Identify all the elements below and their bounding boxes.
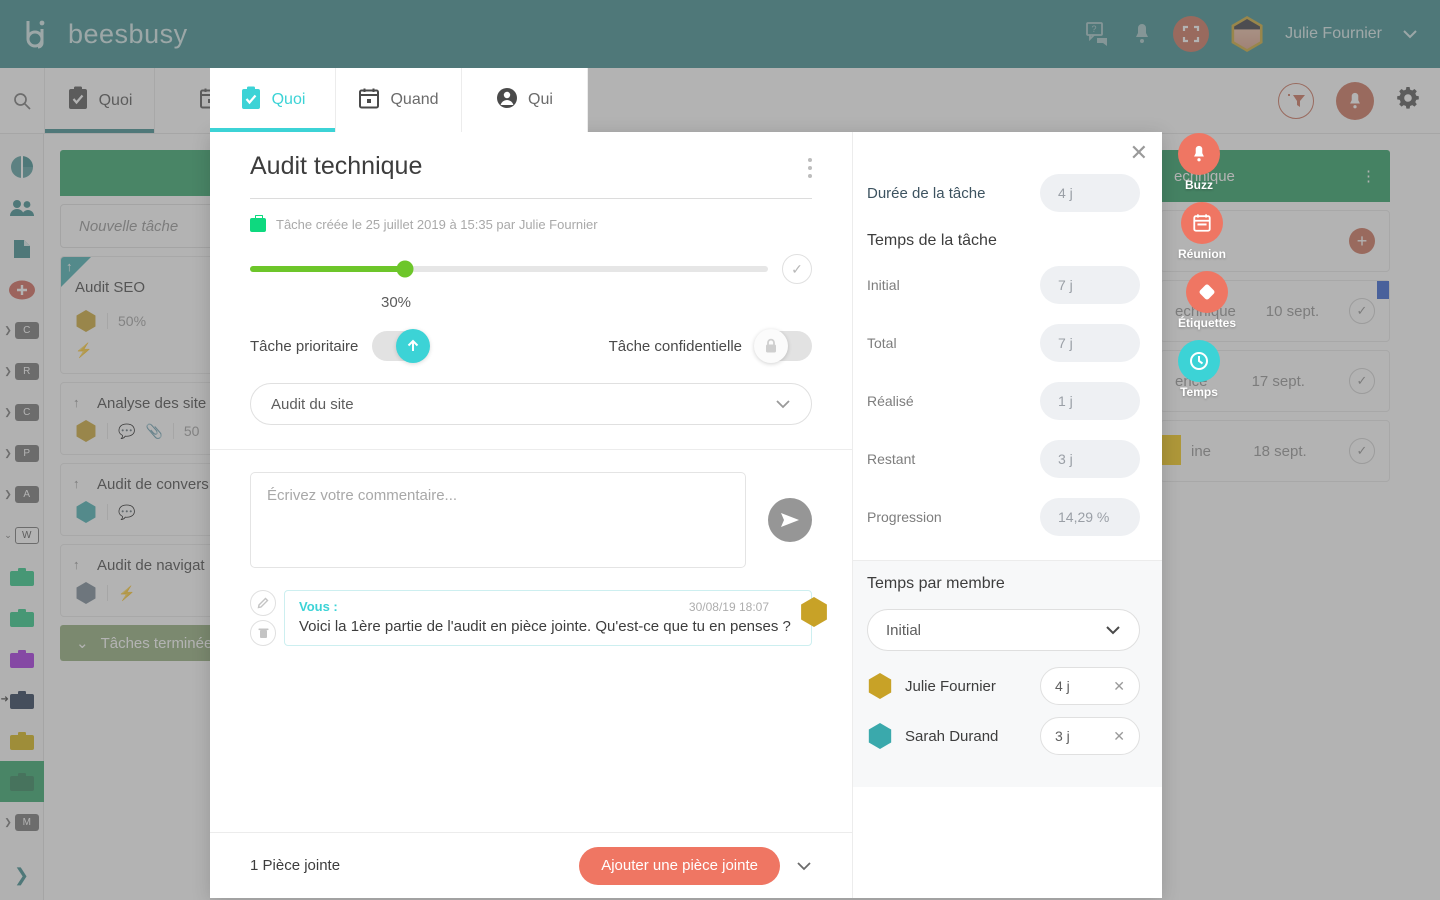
progress-percent-label: 30% [380, 294, 412, 311]
arrow-up-icon [396, 329, 431, 363]
comment-author: Vous : [299, 599, 338, 614]
attachment-count: 1 Pièce jointe [250, 857, 341, 874]
quick-action-buzz[interactable]: Buzz [1178, 133, 1220, 192]
quick-action-label: Réunion [1178, 247, 1226, 261]
avatar [868, 723, 892, 749]
member-time-type-value: Initial [886, 621, 922, 639]
person-icon [496, 87, 518, 114]
time-realise-input[interactable]: 1 j [1040, 382, 1140, 420]
member-time-value: 4 j [1055, 678, 1070, 694]
member-time-type-select[interactable]: Initial [867, 609, 1140, 651]
member-row: Julie Fournier 4 j ✕ [867, 667, 1140, 705]
quick-action-etiquettes[interactable]: Étiquettes [1178, 271, 1236, 330]
time-restant-label: Restant [867, 451, 916, 467]
comment-bubble: Vous : 30/08/19 18:07 Voici la 1ère part… [284, 590, 827, 646]
task-list-select[interactable]: Audit du site [250, 383, 812, 425]
comment-thread: Vous : 30/08/19 18:07 Voici la 1ère part… [250, 590, 827, 646]
mark-complete-check-icon[interactable]: ✓ [782, 254, 812, 284]
task-detail-modal: Quoi Quand Qui Audit technique Tâche cré… [210, 68, 1162, 898]
member-name: Sarah Durand [905, 727, 999, 745]
quick-action-temps[interactable]: Temps [1178, 340, 1220, 399]
page-title[interactable]: Audit technique [250, 152, 422, 181]
time-initial-label: Initial [867, 277, 900, 293]
clipboard-check-icon [240, 86, 262, 115]
comment-input[interactable]: Écrivez votre commentaire... [250, 472, 746, 568]
close-icon[interactable]: ✕ [1113, 678, 1125, 695]
member-time-input[interactable]: 4 j ✕ [1040, 667, 1140, 705]
duration-label: Durée de la tâche [867, 184, 986, 202]
confidential-label: Tâche confidentielle [608, 337, 742, 355]
close-icon[interactable]: ✕ [1130, 142, 1148, 164]
time-restant-input[interactable]: 3 j [1040, 440, 1140, 478]
tab-label: Quand [390, 91, 439, 108]
tab-label: Quoi [271, 91, 306, 108]
modal-main-panel: Audit technique Tâche créée le 25 juille… [210, 132, 852, 898]
project-briefcase-icon [250, 214, 266, 232]
duration-input[interactable]: 4 j [1040, 174, 1140, 212]
tab-qui[interactable]: Qui [462, 68, 588, 132]
quick-action-label: Étiquettes [1178, 316, 1237, 330]
progression-value: 14,29 % [1040, 498, 1140, 536]
confidential-toggle[interactable] [754, 329, 812, 363]
time-total-input[interactable]: 7 j [1040, 324, 1140, 362]
add-attachment-button[interactable]: Ajouter une pièce jointe [579, 846, 780, 885]
member-name: Julie Fournier [905, 677, 996, 695]
time-initial-input[interactable]: 7 j [1040, 266, 1140, 304]
chevron-down-icon[interactable] [796, 858, 812, 874]
close-icon[interactable]: ✕ [1113, 728, 1125, 745]
task-list-value: Audit du site [271, 395, 354, 413]
tag-diamond-icon [1186, 271, 1228, 313]
avatar [801, 597, 827, 627]
tab-quand[interactable]: Quand [336, 68, 462, 132]
members-section-title: Temps par membre [867, 575, 1005, 592]
quick-action-label: Buzz [1185, 178, 1213, 192]
progress-slider[interactable] [250, 260, 768, 278]
calendar-icon [1181, 202, 1223, 244]
member-time-value: 3 j [1055, 728, 1070, 744]
priority-label: Tâche prioritaire [250, 337, 359, 355]
time-total-label: Total [867, 335, 897, 351]
modal-time-panel: ✕ Durée de la tâche 4 j Temps de la tâch… [852, 132, 1162, 898]
chevron-down-icon [1105, 623, 1121, 638]
avatar [868, 673, 892, 699]
trash-icon[interactable] [250, 620, 276, 646]
tab-quoi[interactable]: Quoi [210, 68, 336, 132]
lock-icon [754, 329, 788, 363]
section-divider [210, 449, 852, 450]
calendar-icon [358, 87, 380, 114]
progress-slider-knob[interactable] [396, 260, 414, 278]
bell-icon [1178, 133, 1220, 175]
time-realise-label: Réalisé [867, 393, 914, 409]
send-comment-button[interactable] [768, 498, 812, 542]
title-divider [250, 198, 812, 199]
modal-footer: 1 Pièce jointe Ajouter une pièce jointe [210, 832, 852, 898]
chevron-down-icon [775, 397, 791, 412]
member-row: Sarah Durand 3 j ✕ [867, 717, 1140, 755]
more-vertical-icon[interactable] [808, 152, 812, 182]
task-created-meta: Tâche créée le 25 juillet 2019 à 15:35 p… [276, 217, 598, 232]
priority-toggle[interactable] [372, 329, 431, 363]
comment-text: Voici la 1ère partie de l'audit en pièce… [299, 618, 791, 635]
quick-action-reunion[interactable]: Réunion [1178, 202, 1226, 261]
progression-label: Progression [867, 509, 942, 525]
comment-timestamp: 30/08/19 18:07 [688, 599, 769, 614]
tab-label: Qui [528, 91, 553, 108]
modal-tab-bar: Quoi Quand Qui [210, 68, 1162, 132]
member-time-input[interactable]: 3 j ✕ [1040, 717, 1140, 755]
clock-icon [1178, 340, 1220, 382]
pencil-icon[interactable] [250, 590, 276, 616]
time-per-member-section: Temps par membre Initial Julie Fournier … [853, 561, 1162, 787]
quick-action-label: Temps [1180, 385, 1218, 399]
time-section-title: Temps de la tâche [867, 232, 997, 249]
